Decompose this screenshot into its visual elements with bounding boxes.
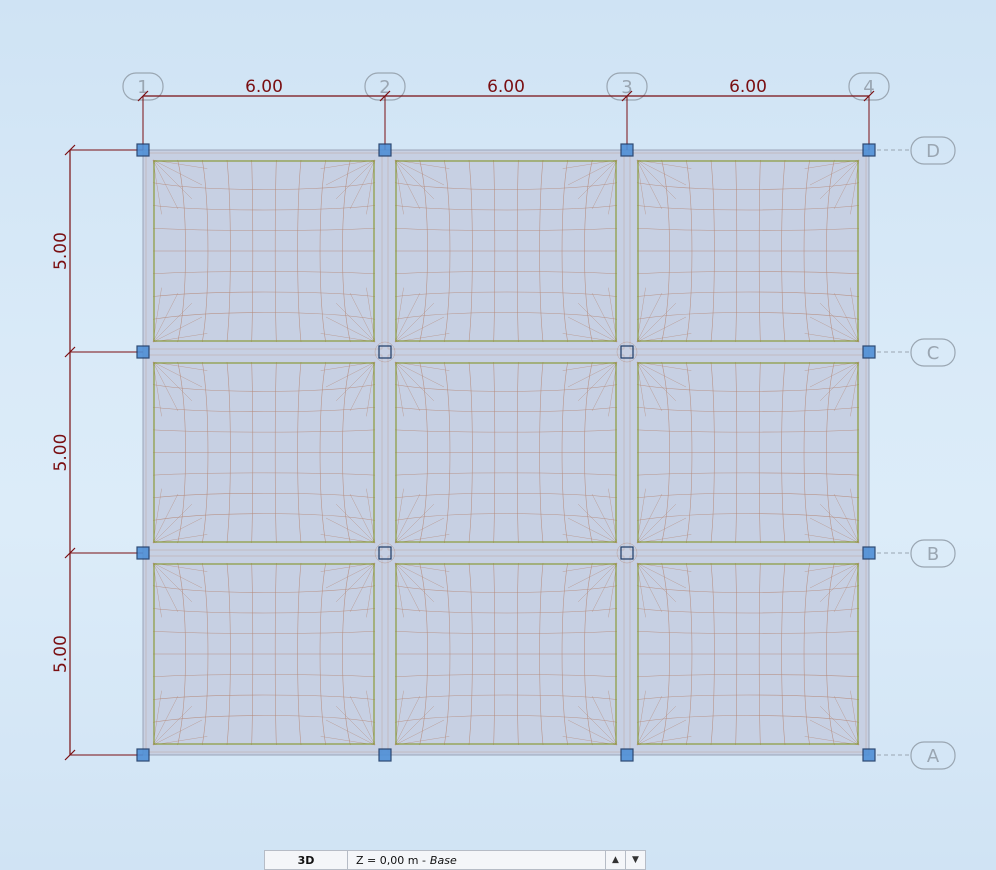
model-viewport[interactable]: 1 2 3 4 D C B A 6.00 6.00 6.00 5.00 5.00 5.00 bbox=[0, 0, 996, 870]
column-node[interactable] bbox=[862, 345, 876, 359]
column-square bbox=[378, 143, 392, 157]
column-node[interactable] bbox=[620, 748, 634, 762]
column-square bbox=[862, 546, 876, 560]
column-node[interactable] bbox=[378, 143, 392, 157]
axis-bubble-B: B bbox=[877, 539, 956, 568]
column-node[interactable] bbox=[620, 143, 634, 157]
column-node[interactable] bbox=[378, 748, 392, 762]
column-node[interactable] bbox=[862, 748, 876, 762]
dimension-label: 6.00 bbox=[729, 77, 767, 97]
column-square bbox=[862, 345, 876, 359]
axis-label: 2 bbox=[379, 77, 390, 98]
dimension-label: 6.00 bbox=[487, 77, 525, 97]
dimension-label: 6.00 bbox=[245, 77, 283, 97]
axis-label: 4 bbox=[863, 77, 874, 98]
column-node[interactable] bbox=[862, 546, 876, 560]
column-square bbox=[620, 143, 634, 157]
level-label: Z = 0,00 m - bbox=[356, 853, 426, 867]
axis-bubble-C: C bbox=[877, 338, 956, 367]
column-square bbox=[862, 143, 876, 157]
column-square bbox=[136, 748, 150, 762]
column-node[interactable] bbox=[136, 546, 150, 560]
level-selector[interactable]: Z = 0,00 m - Base bbox=[348, 851, 605, 869]
triangle-down-icon[interactable]: ▼ bbox=[625, 851, 645, 869]
story-label: Base bbox=[429, 853, 457, 867]
axis-label: B bbox=[927, 544, 939, 565]
plan-drawing[interactable]: 1 2 3 4 D C B A 6.00 6.00 6.00 5.00 5.00 5.00 bbox=[0, 0, 996, 850]
axis-label: A bbox=[927, 746, 940, 767]
dimension-label: 5.00 bbox=[51, 232, 71, 270]
triangle-up-icon[interactable]: ▲ bbox=[605, 851, 625, 869]
column-node[interactable] bbox=[136, 345, 150, 359]
axis-label: 1 bbox=[137, 77, 148, 98]
column-square bbox=[378, 748, 392, 762]
column-node[interactable] bbox=[862, 143, 876, 157]
axis-bubble-A: A bbox=[877, 741, 956, 770]
axis-label: C bbox=[927, 343, 940, 364]
dimension-label: 5.00 bbox=[51, 434, 71, 472]
status-bar: 3D Z = 0,00 m - Base ▲ ▼ bbox=[264, 850, 646, 870]
column-square bbox=[136, 143, 150, 157]
column-node[interactable] bbox=[136, 748, 150, 762]
axis-label: 3 bbox=[621, 77, 632, 98]
column-square bbox=[136, 345, 150, 359]
column-square bbox=[862, 748, 876, 762]
view-3d-button[interactable]: 3D bbox=[265, 851, 348, 869]
column-square bbox=[136, 546, 150, 560]
dimension-label: 5.00 bbox=[51, 635, 71, 673]
axis-bubble-D: D bbox=[877, 136, 956, 165]
axis-label: D bbox=[926, 141, 940, 162]
column-node[interactable] bbox=[136, 143, 150, 157]
column-square bbox=[620, 748, 634, 762]
